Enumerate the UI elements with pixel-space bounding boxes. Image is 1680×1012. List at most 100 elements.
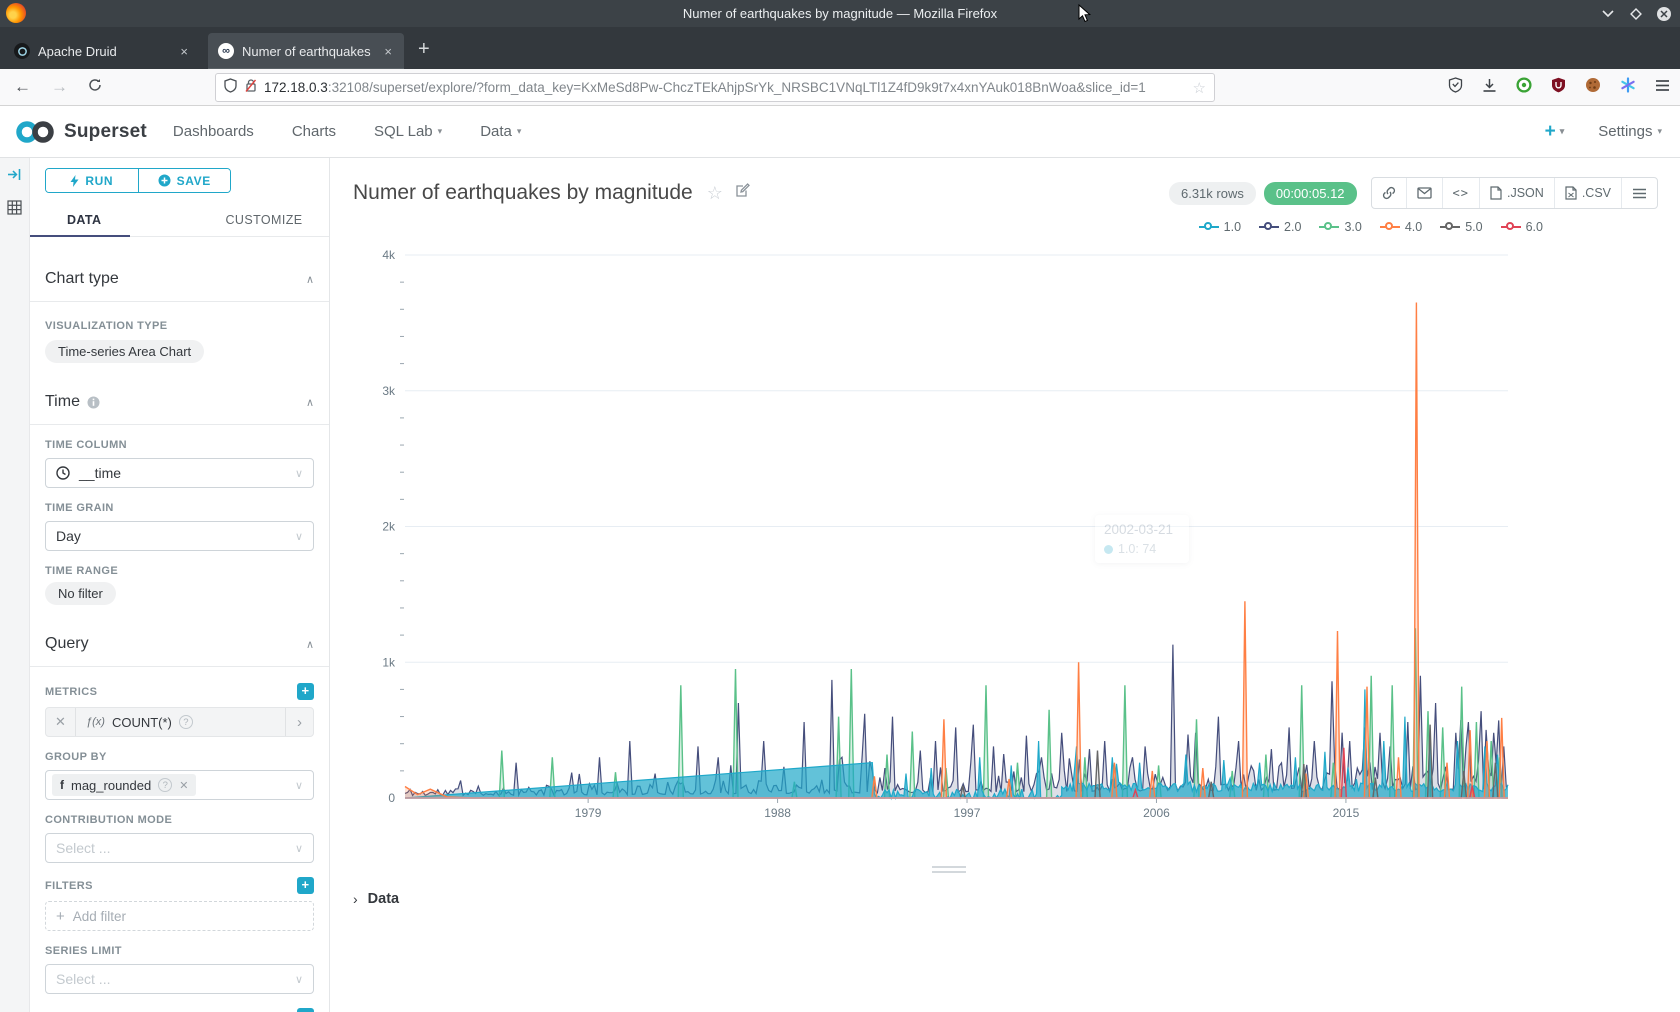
clock-icon bbox=[56, 466, 70, 480]
chevron-down-icon: ▾ bbox=[517, 126, 522, 137]
remove-chip-icon[interactable]: ✕ bbox=[179, 779, 188, 792]
pocket-shield-icon[interactable] bbox=[1448, 77, 1463, 98]
insecure-lock-icon[interactable] bbox=[244, 78, 257, 98]
add-metric-button[interactable]: + bbox=[297, 683, 314, 700]
legend-label: 5.0 bbox=[1465, 220, 1482, 234]
legend-swatch-icon bbox=[1380, 222, 1400, 232]
nav-sql-lab[interactable]: SQL Lab▾ bbox=[374, 123, 442, 140]
chevron-down-icon: ∨ bbox=[295, 973, 303, 986]
series-limit-select[interactable]: Select ... ∨ bbox=[45, 964, 314, 994]
fx-icon: ƒ(x) bbox=[86, 716, 105, 728]
time-range-pill[interactable]: No filter bbox=[45, 582, 116, 605]
save-button[interactable]: SAVE bbox=[139, 169, 231, 192]
contribution-mode-select[interactable]: Select ... ∨ bbox=[45, 833, 314, 863]
legend-item-4.0[interactable]: 4.0 bbox=[1380, 220, 1422, 234]
back-button[interactable]: ← bbox=[14, 77, 31, 97]
superset-favicon-icon: ∞ bbox=[218, 43, 234, 59]
svg-text:2015: 2015 bbox=[1333, 806, 1360, 820]
download-icon[interactable] bbox=[1482, 78, 1497, 98]
export-csv-button[interactable]: .CSV bbox=[1555, 178, 1622, 208]
export-json-button[interactable]: .JSON bbox=[1480, 178, 1555, 208]
tab-apache-druid[interactable]: Apache Druid × bbox=[4, 33, 200, 69]
dataset-grid-icon[interactable] bbox=[7, 200, 22, 220]
new-tab-button[interactable]: + bbox=[418, 38, 430, 61]
add-new-button[interactable]: +▾ bbox=[1545, 121, 1565, 143]
more-menu-button[interactable] bbox=[1622, 178, 1657, 208]
extension-green-icon[interactable] bbox=[1516, 77, 1532, 98]
url-bar[interactable]: 172.18.0.3:32108/superset/explore/?form_… bbox=[215, 73, 1215, 102]
svg-text:3k: 3k bbox=[382, 384, 396, 398]
metric-chip-count[interactable]: ✕ ƒ(x) COUNT(*) ? › bbox=[45, 707, 314, 737]
tab-data[interactable]: DATA bbox=[45, 207, 180, 236]
nav-dashboards[interactable]: Dashboards bbox=[173, 123, 254, 140]
url-text[interactable]: 172.18.0.3:32108/superset/explore/?form_… bbox=[264, 80, 1186, 95]
section-query[interactable]: Query ∧ bbox=[30, 635, 329, 667]
chevron-down-icon: ▾ bbox=[1657, 126, 1662, 137]
maximize-icon[interactable] bbox=[1628, 6, 1644, 22]
firefox-logo-icon bbox=[6, 3, 26, 23]
embed-code-button[interactable]: <> bbox=[1443, 178, 1480, 208]
nav-data[interactable]: Data▾ bbox=[480, 123, 521, 140]
filters-label: FILTERS bbox=[45, 880, 93, 892]
favorite-star-icon[interactable]: ☆ bbox=[707, 183, 723, 204]
chevron-down-icon: ▾ bbox=[438, 126, 443, 137]
shield-icon[interactable] bbox=[224, 78, 237, 98]
legend-item-1.0[interactable]: 1.0 bbox=[1199, 220, 1241, 234]
legend-swatch-icon bbox=[1501, 222, 1521, 232]
bookmark-star-icon[interactable]: ☆ bbox=[1193, 79, 1206, 97]
tab-customize[interactable]: CUSTOMIZE bbox=[180, 207, 315, 236]
contribution-mode-label: CONTRIBUTION MODE bbox=[45, 814, 172, 826]
legend-label: 1.0 bbox=[1224, 220, 1241, 234]
brand-name: Superset bbox=[64, 121, 147, 143]
superset-infinity-icon bbox=[14, 119, 56, 145]
time-grain-select[interactable]: Day ∨ bbox=[45, 521, 314, 551]
edit-properties-icon[interactable] bbox=[735, 183, 750, 203]
add-sort-button[interactable]: + bbox=[297, 1008, 314, 1012]
row-count-badge: 6.31k rows bbox=[1169, 182, 1256, 205]
email-button[interactable] bbox=[1407, 178, 1443, 208]
run-save-group: RUN SAVE bbox=[45, 168, 231, 193]
data-panel-toggle[interactable]: › Data bbox=[353, 891, 399, 907]
timeseries-area-chart[interactable]: 01k2k3k4k19791988199720062015 bbox=[360, 248, 1540, 848]
legend-item-6.0[interactable]: 6.0 bbox=[1501, 220, 1543, 234]
add-filter-dropzone[interactable]: + Add filter bbox=[45, 901, 314, 931]
forward-button[interactable]: → bbox=[51, 77, 68, 97]
extension-asterisk-icon[interactable] bbox=[1620, 77, 1636, 98]
tab-label: Numer of earthquakes by ma bbox=[242, 44, 374, 59]
legend-item-3.0[interactable]: 3.0 bbox=[1319, 220, 1361, 234]
ublock-icon[interactable] bbox=[1551, 77, 1566, 98]
minimize-icon[interactable] bbox=[1600, 6, 1616, 22]
viz-type-pill[interactable]: Time-series Area Chart bbox=[45, 340, 204, 363]
svg-text:1979: 1979 bbox=[575, 806, 602, 820]
settings-menu[interactable]: Settings▾ bbox=[1598, 123, 1662, 140]
close-icon[interactable] bbox=[1656, 6, 1672, 22]
superset-logo[interactable]: Superset bbox=[14, 119, 147, 145]
reload-button[interactable] bbox=[88, 77, 102, 97]
menu-hamburger-icon[interactable] bbox=[1655, 79, 1670, 97]
expand-panel-icon[interactable] bbox=[7, 168, 22, 186]
run-button[interactable]: RUN bbox=[46, 169, 139, 192]
nav-charts[interactable]: Charts bbox=[292, 123, 336, 140]
remove-metric-icon[interactable]: ✕ bbox=[46, 708, 76, 736]
time-column-select[interactable]: __time ∨ bbox=[45, 458, 314, 488]
group-by-select[interactable]: f mag_rounded ? ✕ ∨ bbox=[45, 770, 314, 800]
tab-close-icon[interactable]: × bbox=[178, 44, 190, 59]
svg-text:2006: 2006 bbox=[1143, 806, 1170, 820]
collapse-rail bbox=[0, 158, 30, 1012]
lightning-icon bbox=[70, 175, 79, 187]
code-icon: <> bbox=[1453, 186, 1469, 200]
chevron-right-icon[interactable]: › bbox=[285, 708, 313, 736]
copy-link-button[interactable] bbox=[1372, 178, 1407, 208]
panel-resize-handle[interactable] bbox=[932, 866, 966, 876]
cookie-icon[interactable] bbox=[1585, 77, 1601, 98]
add-filter-button[interactable]: + bbox=[297, 877, 314, 894]
section-chart-type[interactable]: Chart type ∧ bbox=[30, 270, 329, 302]
chart-legend: 1.0 2.0 3.0 4.0 5.0 6.0 bbox=[1199, 220, 1543, 234]
tab-earthquakes[interactable]: ∞ Numer of earthquakes by ma × bbox=[208, 33, 404, 69]
legend-item-5.0[interactable]: 5.0 bbox=[1440, 220, 1482, 234]
chevron-down-icon: ▾ bbox=[1560, 126, 1565, 137]
tab-close-icon[interactable]: × bbox=[382, 44, 394, 59]
legend-item-2.0[interactable]: 2.0 bbox=[1259, 220, 1301, 234]
section-time[interactable]: Time ∧ bbox=[30, 393, 329, 425]
group-by-chip[interactable]: f mag_rounded ? ✕ bbox=[52, 774, 196, 796]
